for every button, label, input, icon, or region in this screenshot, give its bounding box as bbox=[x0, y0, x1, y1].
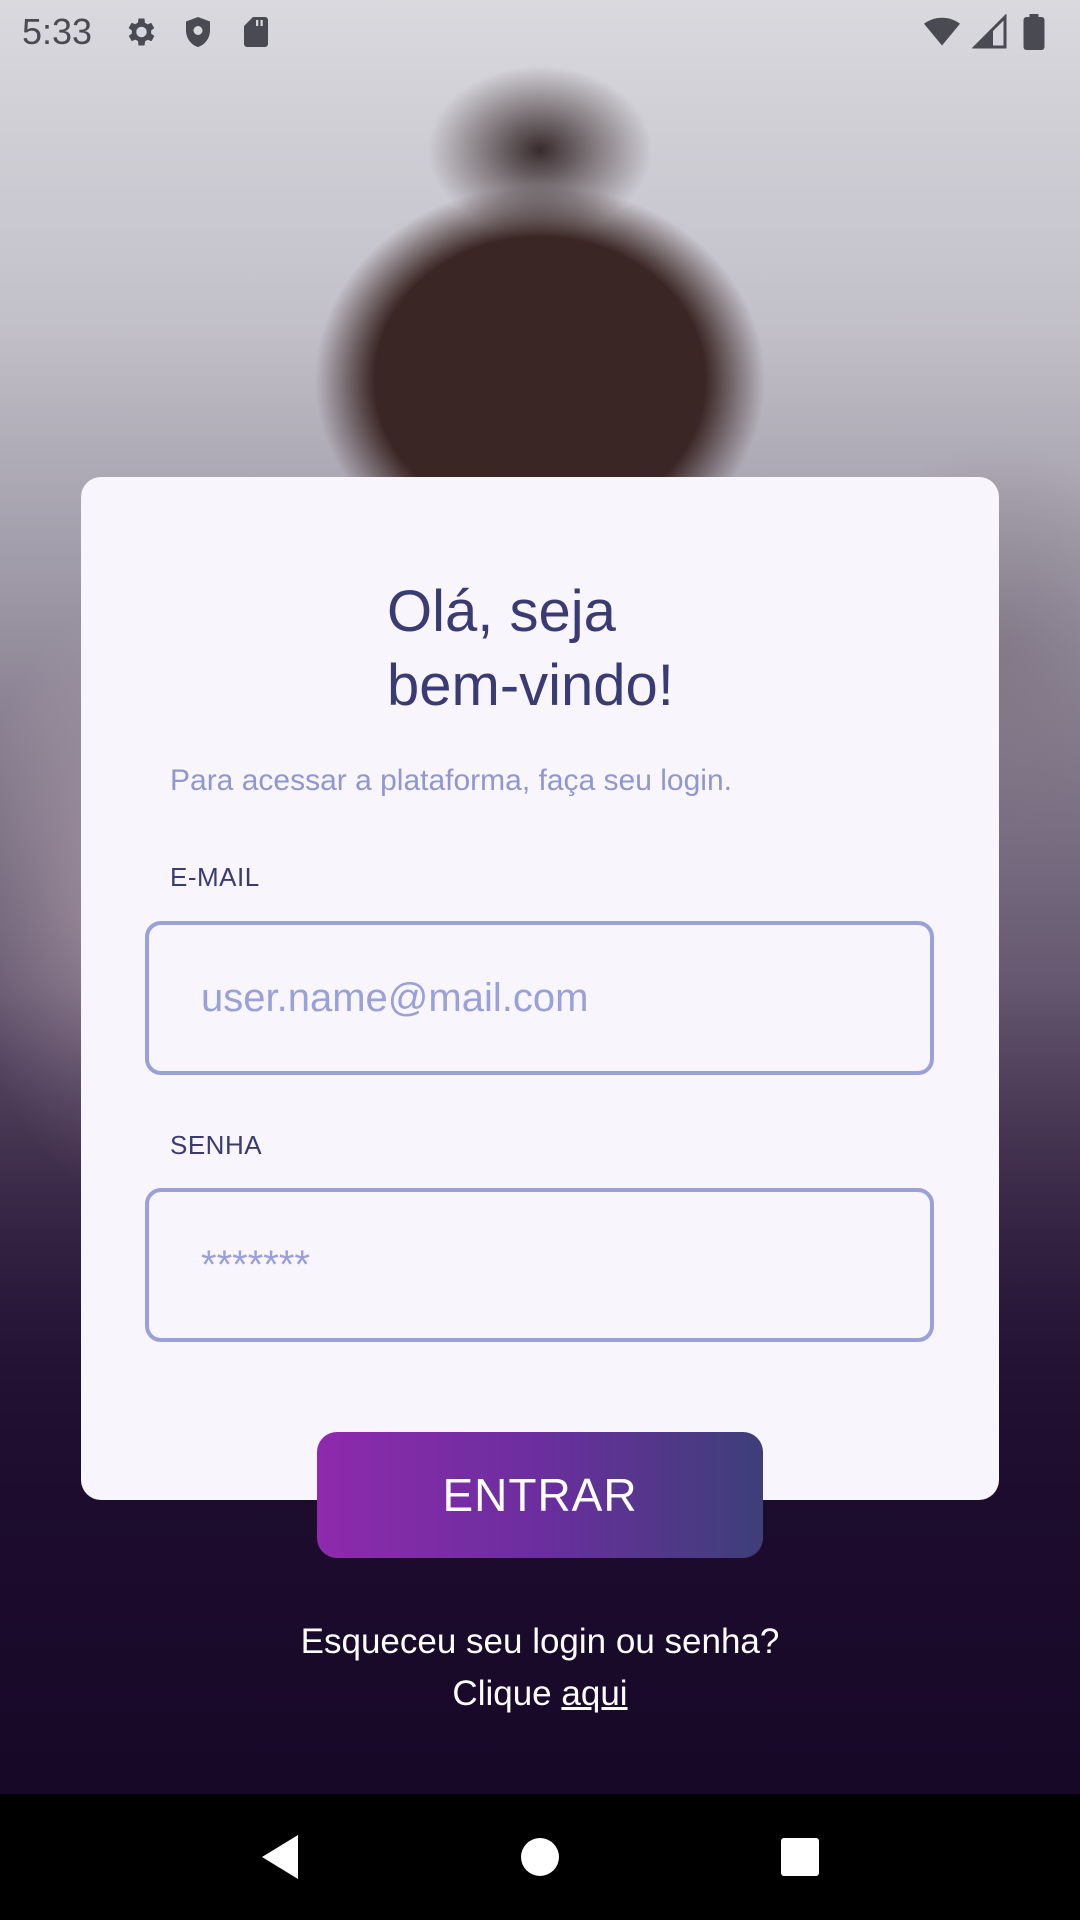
sd-card-icon bbox=[238, 14, 274, 50]
welcome-title-line2: bem-vindo! bbox=[387, 653, 674, 718]
back-icon[interactable] bbox=[250, 1827, 310, 1887]
forgot-credentials: Esqueceu seu login ou senha? Clique aqui bbox=[0, 1616, 1080, 1720]
forgot-text: Esqueceu seu login ou senha? bbox=[300, 1622, 780, 1661]
signal-icon bbox=[971, 12, 1008, 50]
wifi-icon bbox=[922, 14, 960, 50]
status-time: 5:33 bbox=[22, 10, 93, 52]
email-input[interactable] bbox=[201, 975, 930, 1021]
enter-button[interactable]: ENTRAR bbox=[317, 1432, 763, 1558]
password-input[interactable] bbox=[201, 1242, 930, 1288]
forgot-link[interactable]: aqui bbox=[561, 1674, 627, 1713]
status-right-icons bbox=[908, 12, 1058, 50]
password-field[interactable] bbox=[145, 1188, 934, 1342]
welcome-title: Olá, seja bem-vindo! bbox=[387, 575, 807, 723]
login-screen: 5:33 Olá, seja bem-vindo! Para acessar a… bbox=[0, 0, 1080, 1920]
home-icon[interactable] bbox=[510, 1827, 570, 1887]
recents-icon[interactable] bbox=[770, 1827, 830, 1887]
gear-icon bbox=[122, 14, 158, 50]
password-label: SENHA bbox=[170, 1130, 263, 1160]
forgot-link-line: Clique aqui bbox=[0, 1668, 1080, 1720]
login-subtitle: Para acessar a plataforma, faça seu logi… bbox=[170, 764, 732, 797]
welcome-title-line1: Olá, seja bbox=[387, 579, 616, 644]
status-bar: 5:33 bbox=[0, 0, 1080, 63]
shield-icon bbox=[180, 14, 216, 50]
battery-icon bbox=[1022, 13, 1058, 50]
email-label: E-MAIL bbox=[170, 862, 260, 892]
forgot-prefix: Clique bbox=[452, 1674, 552, 1713]
navigation-bar bbox=[0, 1794, 1080, 1920]
email-field[interactable] bbox=[145, 921, 934, 1075]
